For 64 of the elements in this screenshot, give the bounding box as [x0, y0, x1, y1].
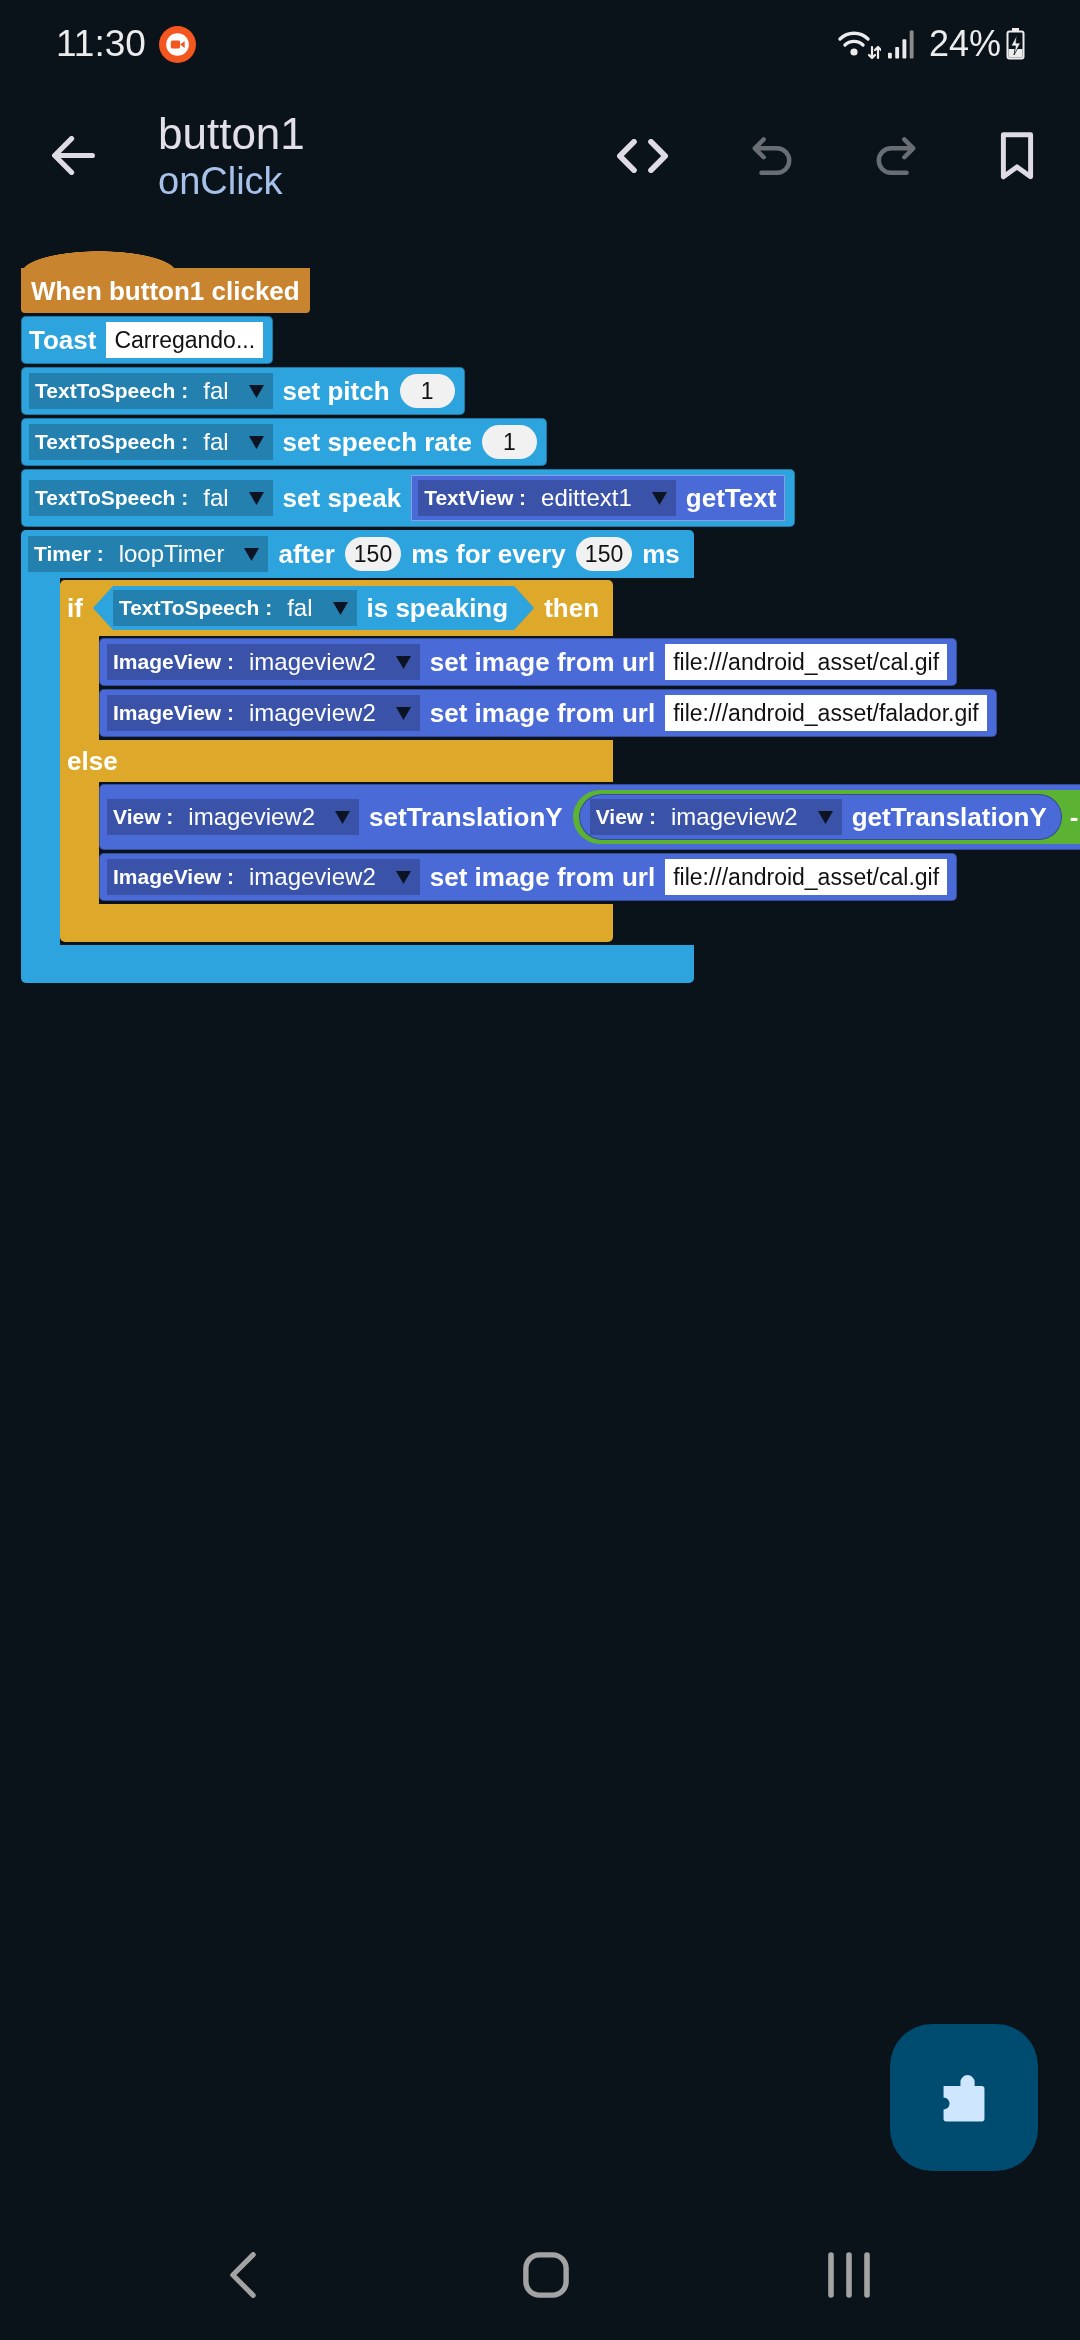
component-dropdown[interactable]: TextToSpeech : fal	[112, 590, 357, 626]
block-label: if	[67, 593, 83, 623]
component-dropdown[interactable]: ImageView : imageview2	[107, 644, 420, 680]
block-label: ms for every	[411, 539, 566, 569]
text-field[interactable]: file:///android_asset/falador.gif	[665, 695, 987, 731]
block-label: set speech rate	[282, 427, 472, 457]
component-dropdown[interactable]: ImageView : imageview2	[107, 695, 420, 731]
battery-percent: 24%	[928, 24, 1001, 64]
caret-icon	[248, 491, 264, 505]
caret-icon	[335, 810, 351, 824]
component-dropdown[interactable]: TextToSpeech : fal	[29, 373, 273, 409]
number-field[interactable]: 150	[344, 537, 402, 571]
text-field[interactable]: Carregando...	[106, 322, 264, 358]
number-field[interactable]: 150	[575, 537, 633, 571]
block-label: getTranslationY	[851, 802, 1047, 832]
component-dropdown[interactable]: View : imageview2	[589, 799, 842, 835]
home-icon[interactable]	[522, 2252, 569, 2298]
component-dropdown[interactable]: TextToSpeech : fal	[29, 480, 273, 516]
screen-title: button1	[158, 108, 305, 159]
block-label: Toast	[29, 325, 97, 355]
caret-icon	[395, 706, 411, 720]
component-dropdown[interactable]: Timer : loopTimer	[28, 536, 269, 572]
component-dropdown[interactable]: ImageView : imageview2	[107, 859, 420, 895]
number-field[interactable]: 1	[399, 374, 455, 408]
component-dropdown[interactable]: View : imageview2	[107, 799, 360, 835]
caret-icon	[651, 491, 667, 505]
block-label: ms	[642, 539, 680, 569]
signal-icon	[886, 29, 916, 59]
code-icon[interactable]	[617, 138, 668, 173]
block-label: set image from url	[429, 647, 656, 677]
block-label: then	[544, 593, 599, 623]
caret-icon	[395, 655, 411, 669]
status-time: 11:30	[56, 24, 146, 64]
text-field[interactable]: file:///android_asset/cal.gif	[665, 859, 948, 895]
battery-icon	[1006, 28, 1025, 60]
back-chevron-icon[interactable]	[229, 2252, 256, 2298]
block-label: set image from url	[429, 862, 656, 892]
bookmark-icon[interactable]	[1000, 131, 1034, 180]
block-label: set image from url	[429, 698, 656, 728]
block-label: set pitch	[282, 376, 390, 406]
block-label: -	[1069, 802, 1079, 832]
caret-icon	[248, 435, 264, 449]
block-label: is speaking	[366, 593, 509, 623]
block-label: set speak	[282, 483, 402, 513]
text-field[interactable]: file:///android_asset/cal.gif	[665, 644, 948, 680]
block-label: getText	[685, 483, 777, 513]
back-arrow-icon[interactable]	[52, 136, 95, 175]
component-dropdown[interactable]: TextToSpeech : fal	[29, 424, 273, 460]
caret-icon	[248, 384, 264, 398]
caret-icon	[395, 870, 411, 884]
screen-recorder-icon	[158, 25, 196, 63]
caret-icon	[817, 810, 833, 824]
caret-icon	[244, 547, 260, 561]
block-label: else	[67, 746, 118, 776]
block-label: after	[278, 539, 335, 569]
block-label: When button1 clicked	[31, 275, 300, 306]
caret-icon	[332, 601, 348, 615]
component-dropdown[interactable]: TextView : edittext1	[418, 480, 676, 516]
puzzle-icon	[943, 2073, 985, 2122]
screen-subtitle: onClick	[158, 158, 283, 203]
recents-icon[interactable]	[827, 2252, 870, 2298]
number-field[interactable]: 1	[481, 425, 537, 459]
block-label: setTranslationY	[369, 802, 563, 832]
floating-action-button[interactable]	[890, 2024, 1038, 2171]
